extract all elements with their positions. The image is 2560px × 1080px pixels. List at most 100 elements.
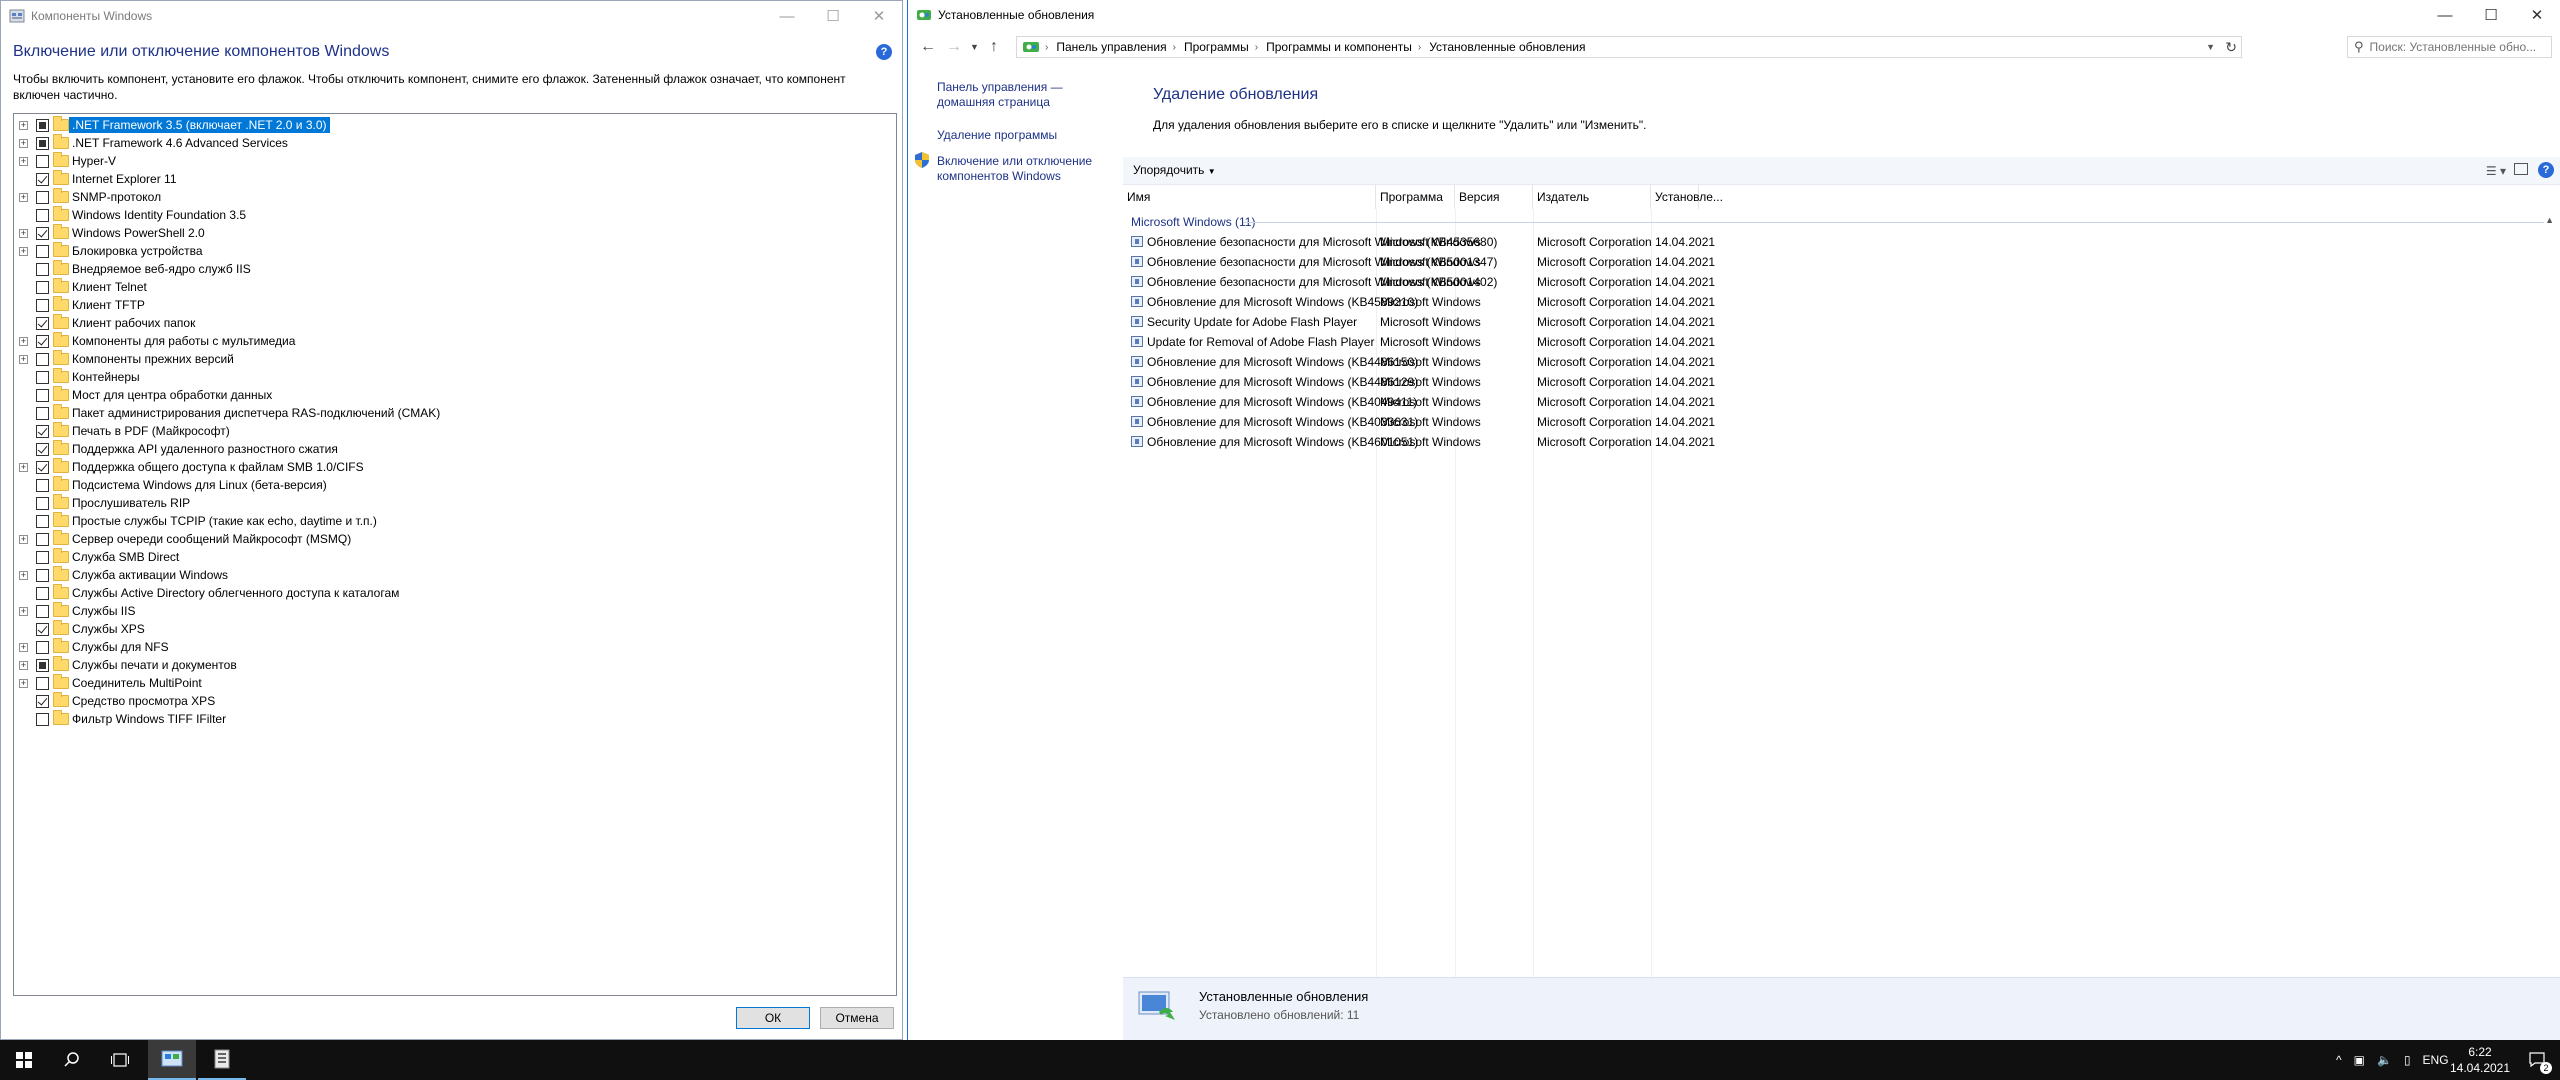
- preview-pane-icon[interactable]: [2514, 163, 2528, 175]
- feature-row[interactable]: + Компоненты прежних версий: [14, 350, 896, 368]
- maximize-button[interactable]: ☐: [2468, 0, 2514, 30]
- expand-icon[interactable]: +: [19, 120, 28, 130]
- feature-row[interactable]: + Сервер очереди сообщений Майкрософт (MS…: [14, 530, 896, 548]
- show-hidden-icons-chevron-icon[interactable]: ^: [2336, 1053, 2342, 1067]
- feature-label[interactable]: Печать в PDF (Майкрософт): [69, 423, 233, 439]
- feature-label[interactable]: Internet Explorer 11: [69, 171, 180, 187]
- feature-checkbox[interactable]: [36, 172, 49, 186]
- feature-row[interactable]: + Компоненты для работы с мультимедиа: [14, 332, 896, 350]
- table-row[interactable]: Обновление для Microsoft Windows (KB4601…: [1123, 432, 2560, 452]
- expand-icon[interactable]: +: [19, 354, 28, 364]
- feature-row[interactable]: Внедряемое веб-ядро служб IIS: [14, 260, 896, 278]
- feature-row[interactable]: Клиент TFTP: [14, 296, 896, 314]
- ok-button[interactable]: ОК: [736, 1007, 810, 1029]
- feature-checkbox[interactable]: [36, 586, 49, 600]
- minimize-button[interactable]: —: [2422, 0, 2468, 30]
- feature-label[interactable]: .NET Framework 3.5 (включает .NET 2.0 и …: [69, 117, 330, 133]
- feature-checkbox[interactable]: [36, 514, 49, 528]
- breadcrumb-item[interactable]: Установленные обновления: [1429, 40, 1585, 54]
- view-options-icon[interactable]: ☰ ▾: [2486, 164, 2506, 178]
- search-box[interactable]: ⚲: [2347, 36, 2552, 58]
- back-arrow-icon[interactable]: ←: [920, 38, 936, 56]
- feature-checkbox[interactable]: [36, 658, 49, 672]
- feature-row[interactable]: Службы XPS: [14, 620, 896, 638]
- control-panel-home-link[interactable]: Панель управления — домашняя страница: [937, 80, 1117, 110]
- feature-row[interactable]: + Блокировка устройства: [14, 242, 896, 260]
- expand-icon[interactable]: +: [19, 336, 28, 346]
- feature-checkbox[interactable]: [36, 424, 49, 438]
- feature-checkbox[interactable]: [36, 604, 49, 618]
- feature-row[interactable]: + Служба активации Windows: [14, 566, 896, 584]
- feature-label[interactable]: Сервер очереди сообщений Майкрософт (MSM…: [69, 531, 354, 547]
- feature-checkbox[interactable]: [36, 352, 49, 366]
- up-arrow-icon[interactable]: ↑: [990, 38, 998, 56]
- feature-checkbox[interactable]: [36, 208, 49, 222]
- feature-row[interactable]: Клиент Telnet: [14, 278, 896, 296]
- feature-checkbox[interactable]: [36, 478, 49, 492]
- table-row[interactable]: Update for Removal of Adobe Flash Player…: [1123, 332, 2560, 352]
- table-row[interactable]: Обновление для Microsoft Windows (KB4589…: [1123, 292, 2560, 312]
- feature-label[interactable]: Служба активации Windows: [69, 567, 231, 583]
- feature-row[interactable]: + Hyper-V: [14, 152, 896, 170]
- feature-checkbox[interactable]: [36, 388, 49, 402]
- feature-row[interactable]: Мост для центра обработки данных: [14, 386, 896, 404]
- forward-arrow-icon[interactable]: →: [946, 38, 962, 56]
- column-header-program[interactable]: Программа: [1376, 185, 1455, 209]
- expand-icon[interactable]: +: [19, 534, 28, 544]
- feature-checkbox[interactable]: [36, 532, 49, 546]
- expand-icon[interactable]: +: [19, 228, 28, 238]
- feature-row[interactable]: Фильтр Windows TIFF IFilter: [14, 710, 896, 728]
- feature-label[interactable]: Клиент TFTP: [69, 297, 148, 313]
- organize-button[interactable]: Упорядочить ▼: [1133, 163, 1216, 177]
- feature-label[interactable]: Контейнеры: [69, 369, 143, 385]
- feature-checkbox[interactable]: [36, 280, 49, 294]
- table-row[interactable]: Обновление для Microsoft Windows (KB4033…: [1123, 412, 2560, 432]
- group-header[interactable]: Microsoft Windows (11): [1131, 215, 1255, 229]
- feature-row[interactable]: + Соединитель MultiPoint: [14, 674, 896, 692]
- feature-label[interactable]: Служба SMB Direct: [69, 549, 182, 565]
- table-row[interactable]: Обновление для Microsoft Windows (KB4486…: [1123, 372, 2560, 392]
- task-view-button[interactable]: [96, 1040, 144, 1080]
- column-header-publisher[interactable]: Издатель: [1533, 185, 1651, 209]
- table-row[interactable]: Обновление безопасности для Microsoft Wi…: [1123, 232, 2560, 252]
- feature-row[interactable]: Печать в PDF (Майкрософт): [14, 422, 896, 440]
- feature-label[interactable]: Клиент рабочих папок: [69, 315, 198, 331]
- turn-windows-features-link[interactable]: Включение или отключение компонентов Win…: [937, 154, 1117, 184]
- title-bar[interactable]: Установленные обновления — ☐ ✕: [908, 0, 2560, 30]
- feature-checkbox[interactable]: [36, 568, 49, 582]
- column-header-version[interactable]: Версия: [1455, 185, 1533, 209]
- feature-label[interactable]: Фильтр Windows TIFF IFilter: [69, 711, 229, 727]
- help-icon[interactable]: ?: [2538, 162, 2554, 178]
- feature-label[interactable]: Службы Active Directory облегченного дос…: [69, 585, 402, 601]
- feature-checkbox[interactable]: [36, 550, 49, 564]
- expand-icon[interactable]: +: [19, 660, 28, 670]
- feature-label[interactable]: Компоненты для работы с мультимедиа: [69, 333, 298, 349]
- uninstall-program-link[interactable]: Удаление программы: [937, 128, 1117, 143]
- feature-label[interactable]: Поддержка общего доступа к файлам SMB 1.…: [69, 459, 367, 475]
- feature-row[interactable]: Службы Active Directory облегченного дос…: [14, 584, 896, 602]
- feature-checkbox[interactable]: [36, 694, 49, 708]
- feature-checkbox[interactable]: [36, 676, 49, 690]
- minimize-button[interactable]: —: [764, 1, 810, 31]
- feature-row[interactable]: Прослушиватель RIP: [14, 494, 896, 512]
- feature-row[interactable]: Средство просмотра XPS: [14, 692, 896, 710]
- feature-label[interactable]: Соединитель MultiPoint: [69, 675, 205, 691]
- feature-label[interactable]: Подсистема Windows для Linux (бета-верси…: [69, 477, 330, 493]
- feature-checkbox[interactable]: [36, 262, 49, 276]
- feature-checkbox[interactable]: [36, 712, 49, 726]
- close-button[interactable]: ✕: [2514, 0, 2560, 30]
- feature-checkbox[interactable]: [36, 442, 49, 456]
- address-dropdown-icon[interactable]: ▼: [2206, 42, 2215, 52]
- feature-row[interactable]: + SNMP-протокол: [14, 188, 896, 206]
- feature-checkbox[interactable]: [36, 136, 49, 150]
- feature-row[interactable]: Internet Explorer 11: [14, 170, 896, 188]
- feature-row[interactable]: Контейнеры: [14, 368, 896, 386]
- feature-row[interactable]: + Windows PowerShell 2.0: [14, 224, 896, 242]
- feature-label[interactable]: Windows Identity Foundation 3.5: [69, 207, 249, 223]
- address-bar[interactable]: › Панель управления › Программы › Програ…: [1016, 36, 2242, 58]
- column-header-installed[interactable]: Установле...: [1651, 185, 1723, 209]
- feature-checkbox[interactable]: [36, 334, 49, 348]
- action-center-button[interactable]: 2: [2518, 1040, 2558, 1080]
- feature-row[interactable]: + Службы для NFS: [14, 638, 896, 656]
- cancel-button[interactable]: Отмена: [820, 1007, 894, 1029]
